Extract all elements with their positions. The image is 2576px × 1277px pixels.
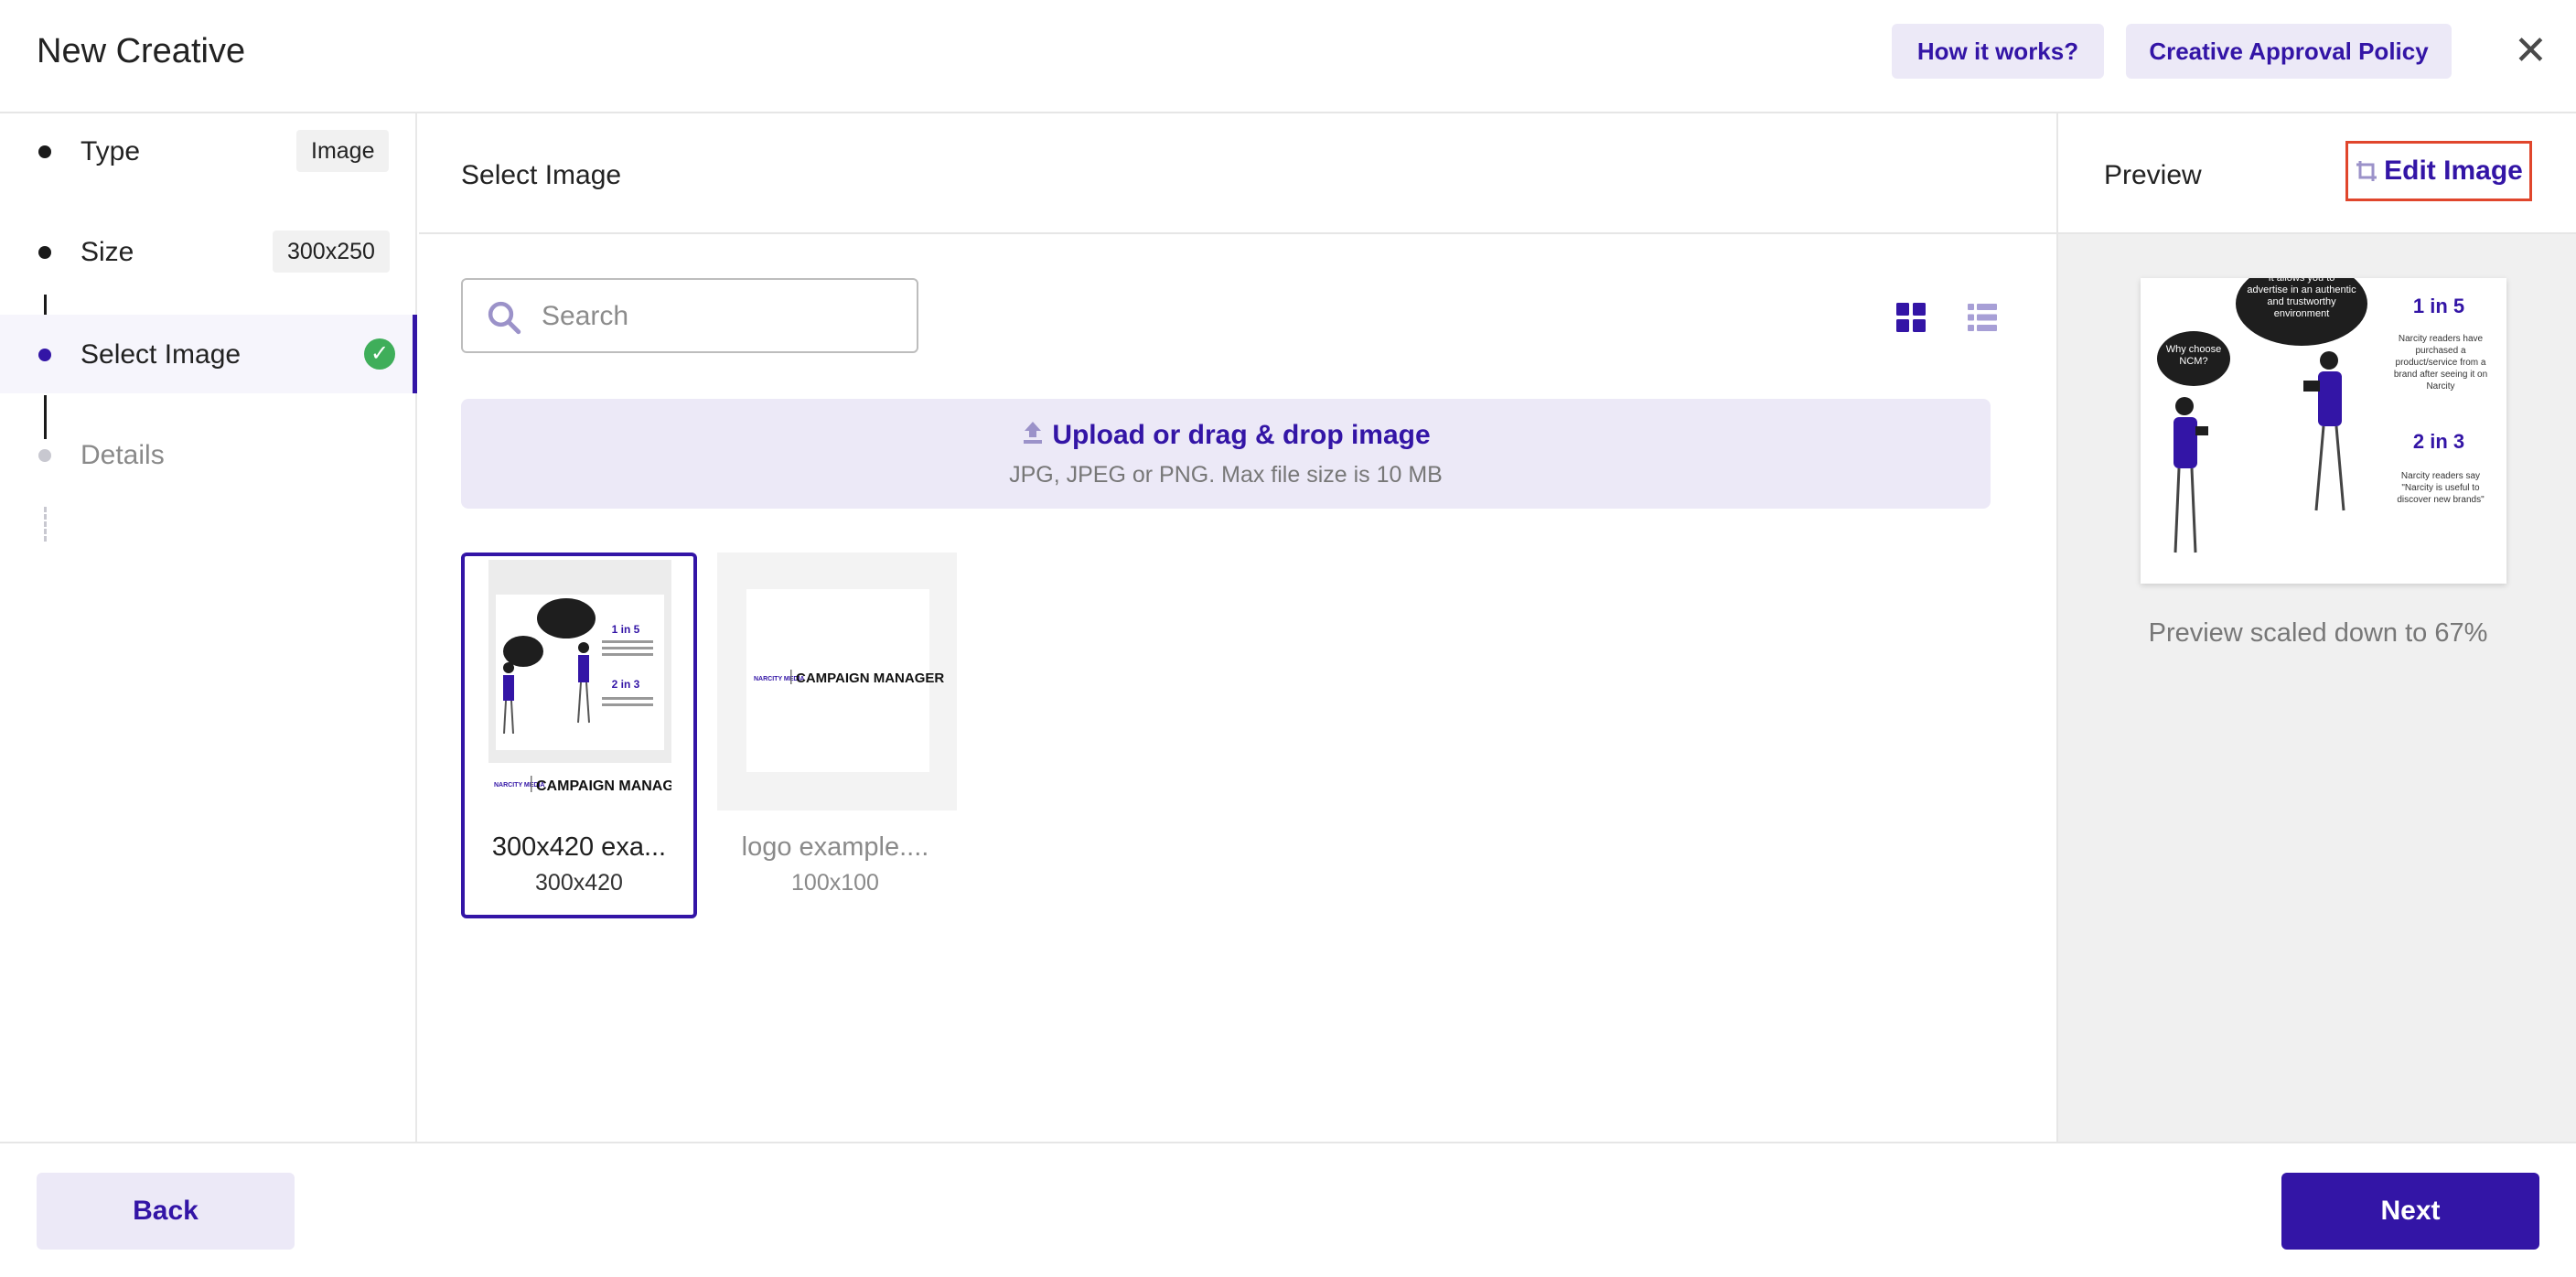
section-title: Select Image	[461, 160, 622, 190]
preview-stat2-text: Narcity readers say "Narcity is useful t…	[2397, 471, 2485, 505]
preview-header: Preview Edit Image	[2058, 113, 2576, 234]
step-label: Type	[80, 136, 141, 166]
preview-bubble-left: Why choose NCM?	[2165, 344, 2222, 367]
upload-label-row: Upload or drag & drop image	[461, 417, 1991, 454]
upload-label: Upload or drag & drop image	[1052, 420, 1431, 450]
image-name: logo example....	[741, 832, 929, 862]
edit-image-button[interactable]: Edit Image	[2345, 141, 2532, 201]
edit-image-label: Edit Image	[2384, 156, 2523, 186]
step-type[interactable]: Type Image	[0, 112, 417, 190]
image-size: 300x420	[535, 870, 623, 896]
step-details[interactable]: Details	[0, 415, 417, 494]
creative-approval-policy-button[interactable]: Creative Approval Policy	[2126, 24, 2452, 79]
preview-panel: Preview Edit Image It allows you to adve…	[2056, 113, 2576, 1142]
crop-icon	[2356, 161, 2377, 181]
image-name: 300x420 exa...	[491, 832, 667, 862]
step-dot	[38, 246, 51, 259]
check-circle-icon: ✓	[364, 338, 395, 370]
divider	[419, 232, 2056, 234]
logo-thumbnail-graphic: NARCITY MEDIA CAMPAIGN MANAGER	[717, 553, 957, 810]
thumb-stat2: 2 in 3	[612, 678, 640, 691]
next-button[interactable]: Next	[2281, 1173, 2539, 1250]
image-card-selected[interactable]: 1 in 5 2 in 3 NARCITY MEDIA CAMPAIGN MAN…	[461, 553, 697, 918]
step-label: Select Image	[80, 339, 242, 370]
preview-image: It allows you to advertise in an authent…	[2141, 278, 2506, 584]
ad-thumbnail-graphic: 1 in 5 2 in 3 NARCITY MEDIA CAMPAIGN MAN…	[488, 560, 671, 816]
how-it-works-button[interactable]: How it works?	[1892, 24, 2104, 79]
step-value: 300x250	[273, 231, 390, 273]
list-view-icon[interactable]	[1967, 302, 1998, 333]
grid-view-icon[interactable]	[1895, 302, 1927, 333]
preview-bubble-top: It allows you to advertise in an authent…	[2247, 278, 2356, 319]
page-title: New Creative	[37, 32, 246, 70]
image-size: 100x100	[791, 870, 879, 896]
image-thumbnail: 1 in 5 2 in 3 NARCITY MEDIA CAMPAIGN MAN…	[488, 560, 671, 816]
preview-stat2-title: 2 in 3	[2413, 430, 2464, 453]
back-button[interactable]: Back	[37, 1173, 295, 1250]
step-select-image[interactable]: Select Image ✓	[0, 315, 417, 393]
upload-icon	[1024, 422, 1043, 444]
upload-dropzone[interactable]: Upload or drag & drop image JPG, JPEG or…	[461, 399, 1991, 509]
image-thumbnail: NARCITY MEDIA CAMPAIGN MANAGER	[717, 553, 957, 810]
step-label: Details	[80, 440, 165, 470]
preview-stat1-title: 1 in 5	[2413, 295, 2464, 317]
step-label: Size	[80, 237, 134, 267]
select-image-panel: Select Image Upload or drag & drop image…	[419, 113, 2056, 1142]
close-icon[interactable]: ✕	[2514, 27, 2548, 75]
step-size[interactable]: Size 300x250	[0, 212, 417, 291]
step-dot	[38, 349, 51, 361]
header: New Creative How it works? Creative Appr…	[0, 0, 2576, 113]
step-dot	[38, 449, 51, 462]
thumb-product: CAMPAIGN MANAGER	[536, 778, 671, 794]
image-card[interactable]: NARCITY MEDIA CAMPAIGN MANAGER logo exam…	[717, 553, 957, 918]
search-box[interactable]	[461, 278, 918, 353]
thumb-product: CAMPAIGN MANAGER	[796, 671, 944, 686]
thumb-stat1: 1 in 5	[612, 623, 640, 636]
search-icon	[488, 301, 521, 335]
footer: Back Next	[0, 1142, 2576, 1277]
preview-stat1-text: Narcity readers have purchased a product…	[2393, 334, 2488, 392]
upload-hint: JPG, JPEG or PNG. Max file size is 10 MB	[1009, 462, 1443, 488]
step-dot	[38, 145, 51, 158]
preview-caption: Preview scaled down to 67%	[2148, 618, 2488, 648]
step-value: Image	[296, 130, 390, 172]
ad-preview-graphic: It allows you to advertise in an authent…	[2141, 278, 2506, 584]
preview-title: Preview	[2104, 160, 2202, 190]
step-connector	[44, 507, 47, 542]
search-input[interactable]	[542, 291, 898, 342]
